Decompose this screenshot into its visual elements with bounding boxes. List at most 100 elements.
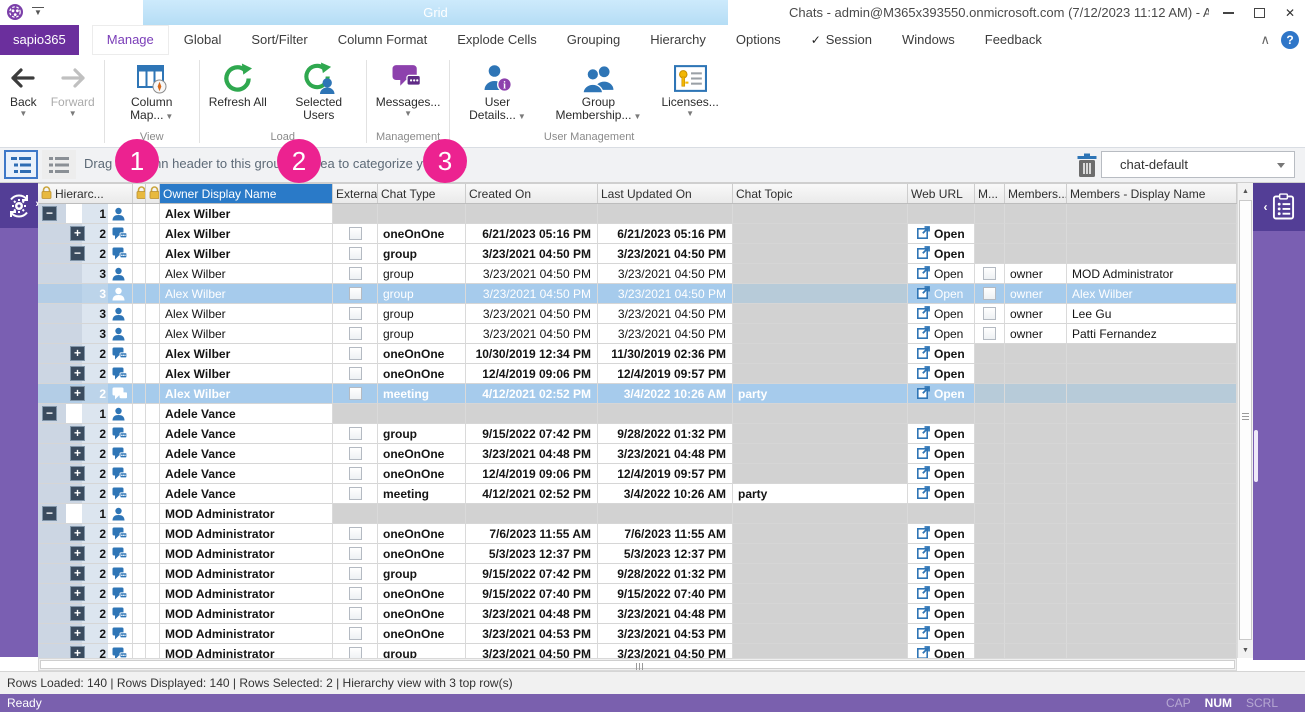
web-url-cell[interactable]: Open (908, 424, 975, 444)
hierarchy-view-toggle[interactable] (4, 150, 38, 179)
checkbox[interactable] (349, 607, 362, 620)
table-row[interactable]: +2MOD AdministratoroneOnOne7/6/2023 11:5… (38, 524, 1237, 544)
minimize-button[interactable] (1221, 6, 1235, 20)
checkbox[interactable] (349, 527, 362, 540)
expand-box[interactable]: + (70, 646, 85, 658)
expand-box[interactable]: + (70, 226, 85, 241)
refresh-all-button[interactable]: Refresh All (202, 58, 274, 111)
expand-box[interactable]: + (70, 486, 85, 501)
tab-feedback[interactable]: Feedback (970, 25, 1057, 55)
collapse-box[interactable]: − (42, 206, 57, 221)
column-header-topic[interactable]: Chat Topic (733, 184, 908, 203)
web-url-cell[interactable]: Open (908, 564, 975, 584)
close-button[interactable]: ✕ (1283, 6, 1297, 20)
messages-button[interactable]: Messages...▼ (369, 58, 448, 121)
trash-icon[interactable] (1077, 153, 1097, 183)
collapse-box[interactable]: − (42, 506, 57, 521)
checkbox[interactable] (349, 387, 362, 400)
web-url-cell[interactable]: Open (908, 464, 975, 484)
table-row[interactable]: +2MOD Administratorgroup3/23/2021 04:50 … (38, 644, 1237, 658)
table-row[interactable]: +2MOD AdministratoroneOnOne9/15/2022 07:… (38, 584, 1237, 604)
licenses-button[interactable]: Licenses...▼ (654, 58, 725, 121)
view-selector-dropdown[interactable]: chat-default (1101, 151, 1295, 178)
open-link[interactable]: Open (934, 447, 965, 461)
quick-access-dropdown-icon[interactable]: ▼ (32, 7, 44, 17)
panel-splitter-handle[interactable] (1254, 430, 1258, 482)
web-url-cell[interactable]: Open (908, 344, 975, 364)
table-row[interactable]: +2Alex WilberoneOnOne6/21/2023 05:16 PM6… (38, 224, 1237, 244)
checkbox[interactable] (349, 247, 362, 260)
open-link[interactable]: Open (934, 227, 965, 241)
column-header-owner[interactable]: Owner Display Name (160, 184, 333, 203)
expand-box[interactable]: + (70, 346, 85, 361)
checkbox[interactable] (349, 547, 362, 560)
checkbox[interactable] (349, 347, 362, 360)
horizontal-scrollbar[interactable] (38, 658, 1237, 671)
table-row[interactable]: +2Alex Wilbermeeting4/12/2021 02:52 PM3/… (38, 384, 1237, 404)
checkbox[interactable] (349, 287, 362, 300)
tab-column-format[interactable]: Column Format (323, 25, 443, 55)
user-details-button[interactable]: iUser Details...▼ (452, 58, 542, 125)
table-row[interactable]: 3Alex Wilbergroup3/23/2021 04:50 PM3/23/… (38, 304, 1237, 324)
checkbox[interactable] (349, 307, 362, 320)
column-header-web_url[interactable]: Web URL (908, 184, 975, 203)
expand-box[interactable]: + (70, 466, 85, 481)
collapse-ribbon-icon[interactable]: ∧ (1260, 35, 1270, 45)
table-row[interactable]: 3Alex Wilbergroup3/23/2021 04:50 PM3/23/… (38, 284, 1237, 304)
selected-users-button[interactable]: Selected Users (274, 58, 364, 124)
web-url-cell[interactable]: Open (908, 524, 975, 544)
checkbox[interactable] (983, 287, 996, 300)
checkbox[interactable] (349, 487, 362, 500)
scroll-up-icon[interactable]: ▲ (1238, 183, 1253, 199)
table-row[interactable]: −1MOD Administrator (38, 504, 1237, 524)
tab-windows[interactable]: Windows (887, 25, 970, 55)
web-url-cell[interactable]: Open (908, 264, 975, 284)
tab-sapio365[interactable]: sapio365 (0, 25, 79, 55)
table-row[interactable]: +2Adele VanceoneOnOne12/4/2019 09:06 PM1… (38, 464, 1237, 484)
open-link[interactable]: Open (934, 487, 965, 501)
open-link[interactable]: Open (934, 347, 965, 361)
table-row[interactable]: +2MOD Administratorgroup9/15/2022 07:42 … (38, 564, 1237, 584)
flat-view-toggle[interactable] (42, 150, 76, 179)
open-link[interactable]: Open (934, 547, 965, 561)
checkbox[interactable] (349, 427, 362, 440)
sapio365-logo-icon[interactable] (7, 4, 23, 20)
open-link[interactable]: Open (934, 367, 965, 381)
column-header-chat_type[interactable]: Chat Type (378, 184, 466, 203)
table-row[interactable]: +2MOD AdministratoroneOnOne5/3/2023 12:3… (38, 544, 1237, 564)
web-url-cell[interactable]: Open (908, 224, 975, 244)
web-url-cell[interactable]: Open (908, 604, 975, 624)
tab-explode-cells[interactable]: Explode Cells (442, 25, 552, 55)
column-header-members[interactable]: Members... (1005, 184, 1067, 203)
column-header-updated[interactable]: Last Updated On (598, 184, 733, 203)
web-url-cell[interactable]: Open (908, 304, 975, 324)
column-header-created[interactable]: Created On (466, 184, 598, 203)
right-panel-header[interactable]: ‹ (1253, 183, 1305, 231)
open-link[interactable]: Open (934, 627, 965, 641)
checkbox[interactable] (349, 267, 362, 280)
checkbox[interactable] (349, 627, 362, 640)
open-link[interactable]: Open (934, 307, 963, 321)
column-map-button[interactable]: Column Map...▼ (107, 58, 197, 125)
web-url-cell[interactable]: Open (908, 584, 975, 604)
expand-box[interactable]: + (70, 626, 85, 641)
checkbox[interactable] (349, 467, 362, 480)
vertical-scrollbar-thumb[interactable] (1239, 200, 1252, 640)
left-panel-header[interactable]: › (0, 183, 38, 228)
open-link[interactable]: Open (934, 267, 963, 281)
checkbox[interactable] (983, 267, 996, 280)
expand-box[interactable]: + (70, 606, 85, 621)
back-button[interactable]: Back▼ (3, 58, 44, 121)
tab-options[interactable]: Options (721, 25, 796, 55)
expand-box[interactable]: + (70, 386, 85, 401)
checkbox[interactable] (349, 587, 362, 600)
column-header-lockA[interactable] (133, 184, 146, 203)
expand-box[interactable]: + (70, 546, 85, 561)
web-url-cell[interactable]: Open (908, 384, 975, 404)
expand-box[interactable]: + (70, 586, 85, 601)
column-header-lockB[interactable] (146, 184, 160, 203)
checkbox[interactable] (349, 327, 362, 340)
open-link[interactable]: Open (934, 427, 965, 441)
left-side-panel[interactable]: › (0, 183, 38, 657)
table-row[interactable]: −2Alex Wilbergroup3/23/2021 04:50 PM3/23… (38, 244, 1237, 264)
